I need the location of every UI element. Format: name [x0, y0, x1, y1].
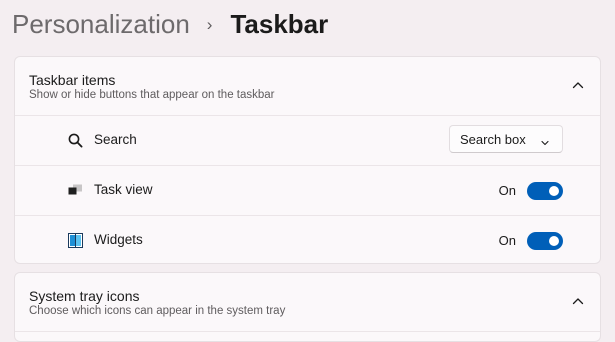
- search-label: Search: [94, 132, 137, 147]
- task-view-state: On: [498, 183, 516, 198]
- chevron-down-icon: [540, 135, 550, 146]
- task-view-toggle[interactable]: [527, 182, 563, 200]
- breadcrumb-personalization[interactable]: Personalization: [12, 9, 190, 40]
- toggle-knob: [549, 236, 559, 246]
- taskbar-items-header[interactable]: Taskbar items Show or hide buttons that …: [15, 57, 600, 116]
- taskbar-items-title: Taskbar items: [29, 72, 116, 88]
- widgets-label: Widgets: [94, 232, 143, 247]
- breadcrumb: Personalization › Taskbar: [12, 6, 328, 42]
- toggle-knob: [549, 186, 559, 196]
- search-icon: [67, 132, 83, 148]
- search-mode-value: Search box: [460, 132, 526, 147]
- taskbar-items-section: Taskbar items Show or hide buttons that …: [14, 56, 601, 264]
- system-tray-header[interactable]: System tray icons Choose which icons can…: [15, 273, 600, 332]
- system-tray-title: System tray icons: [29, 288, 140, 304]
- widgets-icon: [67, 232, 83, 248]
- widgets-state: On: [498, 233, 516, 248]
- system-tray-description: Choose which icons can appear in the sys…: [29, 305, 286, 317]
- search-mode-dropdown[interactable]: Search box: [449, 125, 563, 153]
- system-tray-section: System tray icons Choose which icons can…: [14, 272, 601, 342]
- setting-row-widgets: Widgets On: [15, 216, 600, 263]
- task-view-label: Task view: [94, 182, 153, 197]
- chevron-up-icon[interactable]: [564, 71, 592, 99]
- setting-row-task-view: Task view On: [15, 166, 600, 216]
- widgets-toggle[interactable]: [527, 232, 563, 250]
- taskbar-items-description: Show or hide buttons that appear on the …: [29, 89, 275, 101]
- setting-row-search: Search Search box: [15, 116, 600, 166]
- page-title: Taskbar: [230, 8, 329, 39]
- task-view-icon: [67, 182, 83, 198]
- breadcrumb-separator-icon: ›: [206, 15, 213, 34]
- chevron-up-icon[interactable]: [564, 287, 592, 315]
